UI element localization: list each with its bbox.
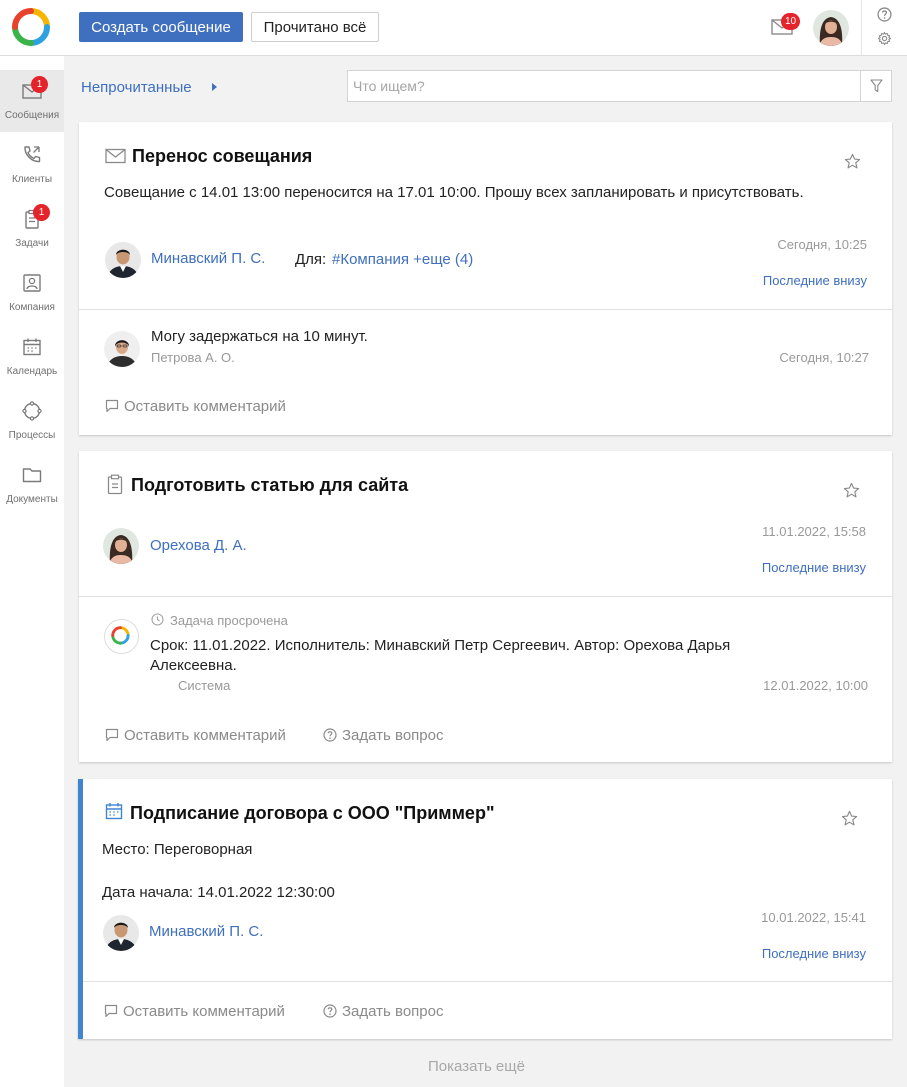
- folder-icon: [22, 468, 42, 483]
- sidebar-item-tasks[interactable]: 1 Задачи: [0, 198, 64, 260]
- filter-button[interactable]: [860, 71, 891, 101]
- ask-question-label: Задать вопрос: [342, 727, 444, 744]
- question-icon: [323, 1004, 337, 1018]
- task-card[interactable]: Подготовить статью для сайта Орехова Д. …: [79, 451, 892, 762]
- clock-icon: [151, 613, 164, 626]
- sidebar-item-label: Компания: [9, 302, 55, 313]
- sidebar-item-label: Сообщения: [4, 110, 60, 121]
- recipients-link[interactable]: #Компания +еще (4): [332, 250, 473, 270]
- message-card[interactable]: Перенос совещания Совещание с 14.01 13:0…: [79, 122, 892, 435]
- process-icon: [22, 401, 42, 421]
- sidebar-item-calendar[interactable]: Календарь: [0, 326, 64, 388]
- clipboard-icon: [107, 474, 123, 495]
- card-title[interactable]: Перенос совещания: [132, 146, 312, 167]
- author-avatar[interactable]: [103, 528, 139, 564]
- divider: [79, 596, 892, 597]
- mail-icon: [105, 148, 126, 164]
- sidebar-item-processes[interactable]: Процессы: [0, 390, 64, 452]
- overdue-status: Задача просрочена: [170, 613, 288, 628]
- author-link[interactable]: Орехова Д. А.: [150, 536, 247, 556]
- comment-timestamp: Сегодня, 10:27: [779, 350, 869, 365]
- leave-comment-button[interactable]: Оставить комментарий: [105, 727, 286, 744]
- sidebar-item-label: Клиенты: [11, 174, 53, 185]
- leave-comment-label: Оставить комментарий: [123, 1003, 285, 1020]
- star-icon[interactable]: [843, 482, 860, 499]
- sidebar-item-clients[interactable]: Клиенты: [0, 134, 64, 196]
- calendar-icon: [105, 803, 123, 820]
- leave-comment-button[interactable]: Оставить комментарий: [104, 1003, 285, 1020]
- ask-question-button[interactable]: Задать вопрос: [323, 727, 443, 744]
- phone-icon: [24, 146, 41, 163]
- card-title[interactable]: Подписание договора с ООО "Приммер": [130, 803, 494, 824]
- author-link[interactable]: Минавский П. С.: [149, 922, 263, 942]
- timestamp: 10.01.2022, 15:41: [761, 910, 866, 925]
- sidebar-item-company[interactable]: Компания: [0, 262, 64, 324]
- system-note-author: Система: [178, 678, 231, 693]
- event-place: Место: Переговорная: [102, 841, 253, 858]
- show-more-button[interactable]: Показать ещё: [428, 1058, 525, 1075]
- messages-badge: 1: [31, 76, 48, 93]
- mail-badge: 10: [781, 13, 800, 30]
- app-logo[interactable]: [11, 7, 51, 47]
- system-note-text: Срок: 11.01.2022. Исполнитель: Минавский…: [150, 637, 731, 674]
- star-icon[interactable]: [844, 153, 861, 170]
- mark-all-read-button[interactable]: Прочитано всё: [251, 12, 379, 42]
- help-icon[interactable]: [877, 7, 892, 22]
- ask-question-button[interactable]: Задать вопрос: [323, 1003, 443, 1020]
- top-bar: Создать сообщение Прочитано всё 10: [0, 0, 907, 56]
- sort-latest-link[interactable]: Последние внизу: [762, 560, 866, 575]
- comment-text: Могу задержаться на 10 минут.: [151, 328, 368, 345]
- top-divider: [861, 0, 862, 56]
- sidebar-item-label: Календарь: [6, 366, 58, 377]
- comment-icon: [104, 1004, 118, 1018]
- tasks-badge: 1: [33, 204, 50, 221]
- gear-icon[interactable]: [877, 31, 892, 46]
- event-card[interactable]: Подписание договора с ООО "Приммер" Мест…: [78, 779, 892, 1039]
- comment-icon: [105, 728, 119, 742]
- caret-right-icon[interactable]: [212, 83, 217, 91]
- comment-author: Петрова А. О.: [151, 350, 235, 365]
- sidebar: 1 Сообщения Клиенты 1 Задачи Компания Ка…: [0, 56, 64, 1087]
- sidebar-item-documents[interactable]: Документы: [0, 454, 64, 516]
- question-icon: [323, 728, 337, 742]
- sidebar-item-messages[interactable]: 1 Сообщения: [0, 70, 64, 132]
- for-label: Для:: [295, 251, 327, 268]
- timestamp: 11.01.2022, 15:58: [762, 524, 866, 539]
- divider: [83, 981, 892, 982]
- event-start: Дата начала: 14.01.2022 12:30:00: [102, 884, 335, 901]
- commenter-avatar[interactable]: [104, 331, 140, 367]
- filter-icon: [870, 79, 883, 93]
- divider: [79, 309, 892, 310]
- calendar-icon: [23, 338, 41, 356]
- ask-question-label: Задать вопрос: [342, 1003, 444, 1020]
- company-icon: [23, 274, 41, 292]
- user-avatar[interactable]: [813, 10, 849, 46]
- card-text: Совещание с 14.01 13:00 переносится на 1…: [104, 184, 804, 201]
- sidebar-item-label: Процессы: [8, 430, 56, 441]
- timestamp: Сегодня, 10:25: [777, 237, 867, 252]
- system-avatar: [104, 619, 139, 654]
- sidebar-item-label: Документы: [6, 494, 58, 505]
- author-link[interactable]: Минавский П. С.: [151, 249, 265, 269]
- search-box: [347, 70, 892, 102]
- sort-latest-link[interactable]: Последние внизу: [763, 273, 867, 288]
- leave-comment-label: Оставить комментарий: [124, 398, 286, 415]
- filter-dropdown[interactable]: Непрочитанные: [81, 79, 192, 96]
- author-avatar[interactable]: [105, 242, 141, 278]
- comment-icon: [105, 399, 119, 413]
- sidebar-item-label: Задачи: [15, 238, 49, 249]
- leave-comment-label: Оставить комментарий: [124, 727, 286, 744]
- sort-latest-link[interactable]: Последние внизу: [762, 946, 866, 961]
- create-message-button[interactable]: Создать сообщение: [79, 12, 243, 42]
- author-avatar[interactable]: [103, 915, 139, 951]
- leave-comment-button[interactable]: Оставить комментарий: [105, 398, 286, 415]
- star-icon[interactable]: [841, 810, 858, 827]
- system-note-timestamp: 12.01.2022, 10:00: [763, 678, 868, 693]
- search-input[interactable]: [353, 71, 858, 101]
- card-title[interactable]: Подготовить статью для сайта: [131, 475, 408, 496]
